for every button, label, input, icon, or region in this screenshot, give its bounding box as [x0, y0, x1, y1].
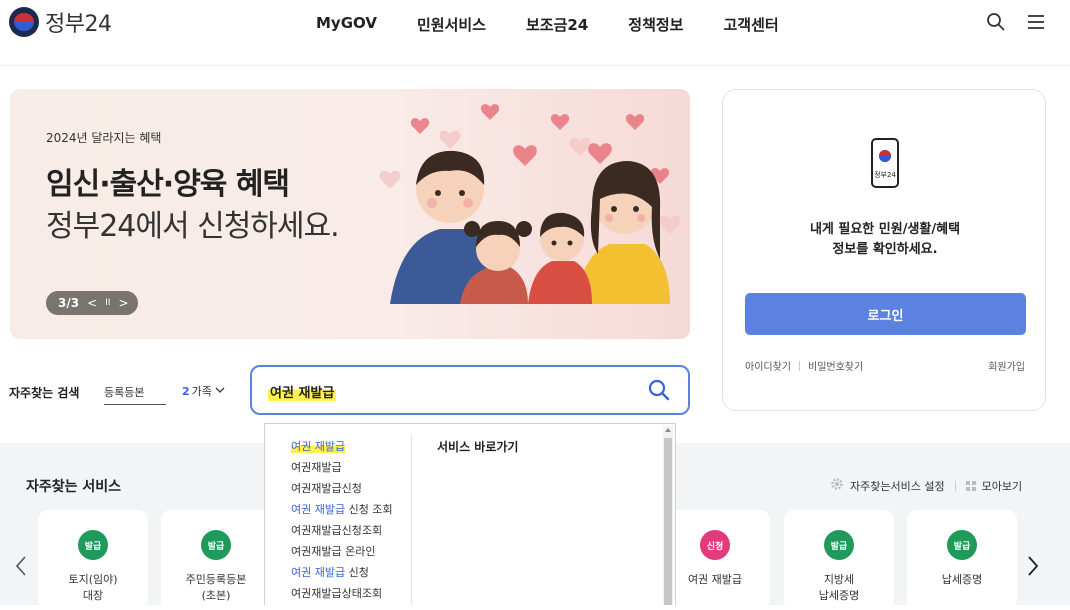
service-card-local-tax[interactable]: 발급 지방세 납세증명	[784, 510, 894, 610]
search-input-value: 여권 재발급	[268, 382, 337, 401]
divider	[411, 434, 412, 605]
hamburger-menu-icon[interactable]	[1026, 13, 1046, 31]
taeguk-logo-icon	[9, 7, 39, 37]
site-header: 정부24 MyGOV 민원서비스 보조금24 정책정보 고객센터	[0, 0, 1070, 66]
login-message-line1: 내게 필요한 민원/생활/혜택	[809, 222, 961, 237]
search-icon[interactable]	[986, 12, 1006, 32]
service-name: 주민등록등본 (초본)	[185, 573, 247, 602]
suggestion-list: 여권 재발급 여권재발급 여권재발급신청 여권 재발급 신청 조회 여권재발급신…	[291, 436, 393, 604]
find-password-link[interactable]: 비밀번호찾기	[808, 358, 863, 373]
banner-subtitle: 2024년 달라지는 혜택	[46, 131, 162, 145]
phone-app-icon: 정부24	[871, 138, 899, 188]
suggestion-item[interactable]: 여권 재발급	[291, 436, 393, 457]
banner-title-secondary: 정부24에서 신청하세요.	[46, 209, 340, 244]
nav-item-subsidy[interactable]: 보조금24	[526, 14, 588, 35]
apply-badge: 신청	[700, 530, 730, 560]
pager-pause-button[interactable]: II	[105, 298, 110, 308]
login-message-line2: 정보를 확인하세요.	[832, 242, 938, 257]
suggestion-item[interactable]: 여권재발급상태조회	[291, 583, 393, 604]
frequent-search-label: 자주찾는 검색	[9, 386, 80, 400]
suggestion-item[interactable]: 여권 재발급 신청	[291, 562, 393, 583]
search-input[interactable]: 여권 재발급	[250, 365, 690, 415]
frequent-search-keyword-2[interactable]: 2 가족	[182, 383, 226, 399]
carousel-next-icon[interactable]	[1026, 555, 1040, 581]
issue-badge: 발급	[78, 530, 108, 560]
pager-prev-button[interactable]: <	[87, 296, 97, 310]
issue-badge: 발급	[824, 530, 854, 560]
search-submit-icon[interactable]	[648, 379, 670, 405]
scrollbar-thumb[interactable]	[664, 438, 672, 605]
login-button[interactable]: 로그인	[745, 293, 1026, 335]
banner-title: 임신·출산·양육 혜택	[46, 167, 290, 202]
service-card-land-ledger[interactable]: 발급 토지(임야) 대장	[38, 510, 148, 610]
gear-icon	[830, 477, 844, 494]
dropdown-scrollbar[interactable]	[663, 426, 673, 605]
frequent-search-keyword[interactable]: 등록등본	[104, 384, 166, 405]
grid-icon	[965, 480, 976, 491]
service-shortcut-title: 서비스 바로가기	[437, 440, 519, 454]
pager-next-button[interactable]: >	[118, 296, 128, 310]
service-card-tax-certificate[interactable]: 발급 납세증명	[907, 510, 1017, 610]
nav-item-mygov[interactable]: MyGOV	[316, 14, 377, 35]
signup-link[interactable]: 회원가입	[988, 358, 1025, 373]
service-name: 지방세 납세증명	[818, 573, 860, 602]
search-autocomplete-dropdown: 여권 재발급 여권재발급 여권재발급신청 여권 재발급 신청 조회 여권재발급신…	[264, 423, 676, 605]
keyword-text: 가족	[191, 385, 212, 398]
suggestion-item[interactable]: 여권 재발급 신청 조회	[291, 499, 393, 520]
issue-badge: 발급	[201, 530, 231, 560]
services-settings-link[interactable]: 자주찾는서비스 설정	[850, 478, 945, 494]
suggestion-item[interactable]: 여권재발급 온라인	[291, 541, 393, 562]
find-id-link[interactable]: 아이디찾기	[745, 358, 791, 373]
service-name: 납세증명	[941, 573, 983, 586]
divider	[799, 360, 800, 371]
suggestion-item[interactable]: 여권재발급	[291, 457, 393, 478]
service-card-passport-reissue[interactable]: 신청 여권 재발급	[660, 510, 770, 610]
suggestion-item[interactable]: 여권재발급신청	[291, 478, 393, 499]
nav-item-policy[interactable]: 정책정보	[628, 14, 683, 35]
nav-item-customer-center[interactable]: 고객센터	[723, 14, 778, 35]
phone-app-label: 정부24	[874, 171, 896, 179]
divider	[954, 480, 956, 491]
scroll-up-icon[interactable]	[665, 428, 671, 432]
nav-item-civil-service[interactable]: 민원서비스	[417, 14, 486, 35]
pager-count: 3/3	[58, 296, 80, 310]
main-nav: MyGOV 민원서비스 보조금24 정책정보 고객센터	[316, 14, 819, 35]
carousel-prev-icon[interactable]	[14, 555, 28, 581]
login-card: 정부24 내게 필요한 민원/생활/혜택 정보를 확인하세요. 로그인 아이디찾…	[722, 89, 1046, 411]
site-logo[interactable]: 정부24	[9, 6, 112, 38]
service-name: 여권 재발급	[687, 573, 743, 586]
logo-text: 정부24	[45, 12, 112, 37]
service-name: 토지(임야) 대장	[68, 573, 118, 602]
login-message: 내게 필요한 민원/생활/혜택 정보를 확인하세요.	[723, 220, 1047, 260]
service-card-resident-registration[interactable]: 발급 주민등록등본 (초본)	[161, 510, 271, 610]
hero-banner[interactable]: 2024년 달라지는 혜택 임신·출산·양육 혜택 정부24에서 신청하세요. …	[10, 89, 690, 339]
family-illustration	[379, 104, 681, 304]
keyword-rank: 2	[182, 384, 190, 398]
suggestion-item[interactable]: 여권재발급신청조회	[291, 520, 393, 541]
chevron-down-icon	[214, 385, 226, 398]
issue-badge: 발급	[947, 530, 977, 560]
services-title: 자주찾는 서비스	[26, 479, 122, 495]
view-all-link[interactable]: 모아보기	[982, 478, 1022, 494]
banner-pager: 3/3 < II >	[46, 291, 138, 315]
